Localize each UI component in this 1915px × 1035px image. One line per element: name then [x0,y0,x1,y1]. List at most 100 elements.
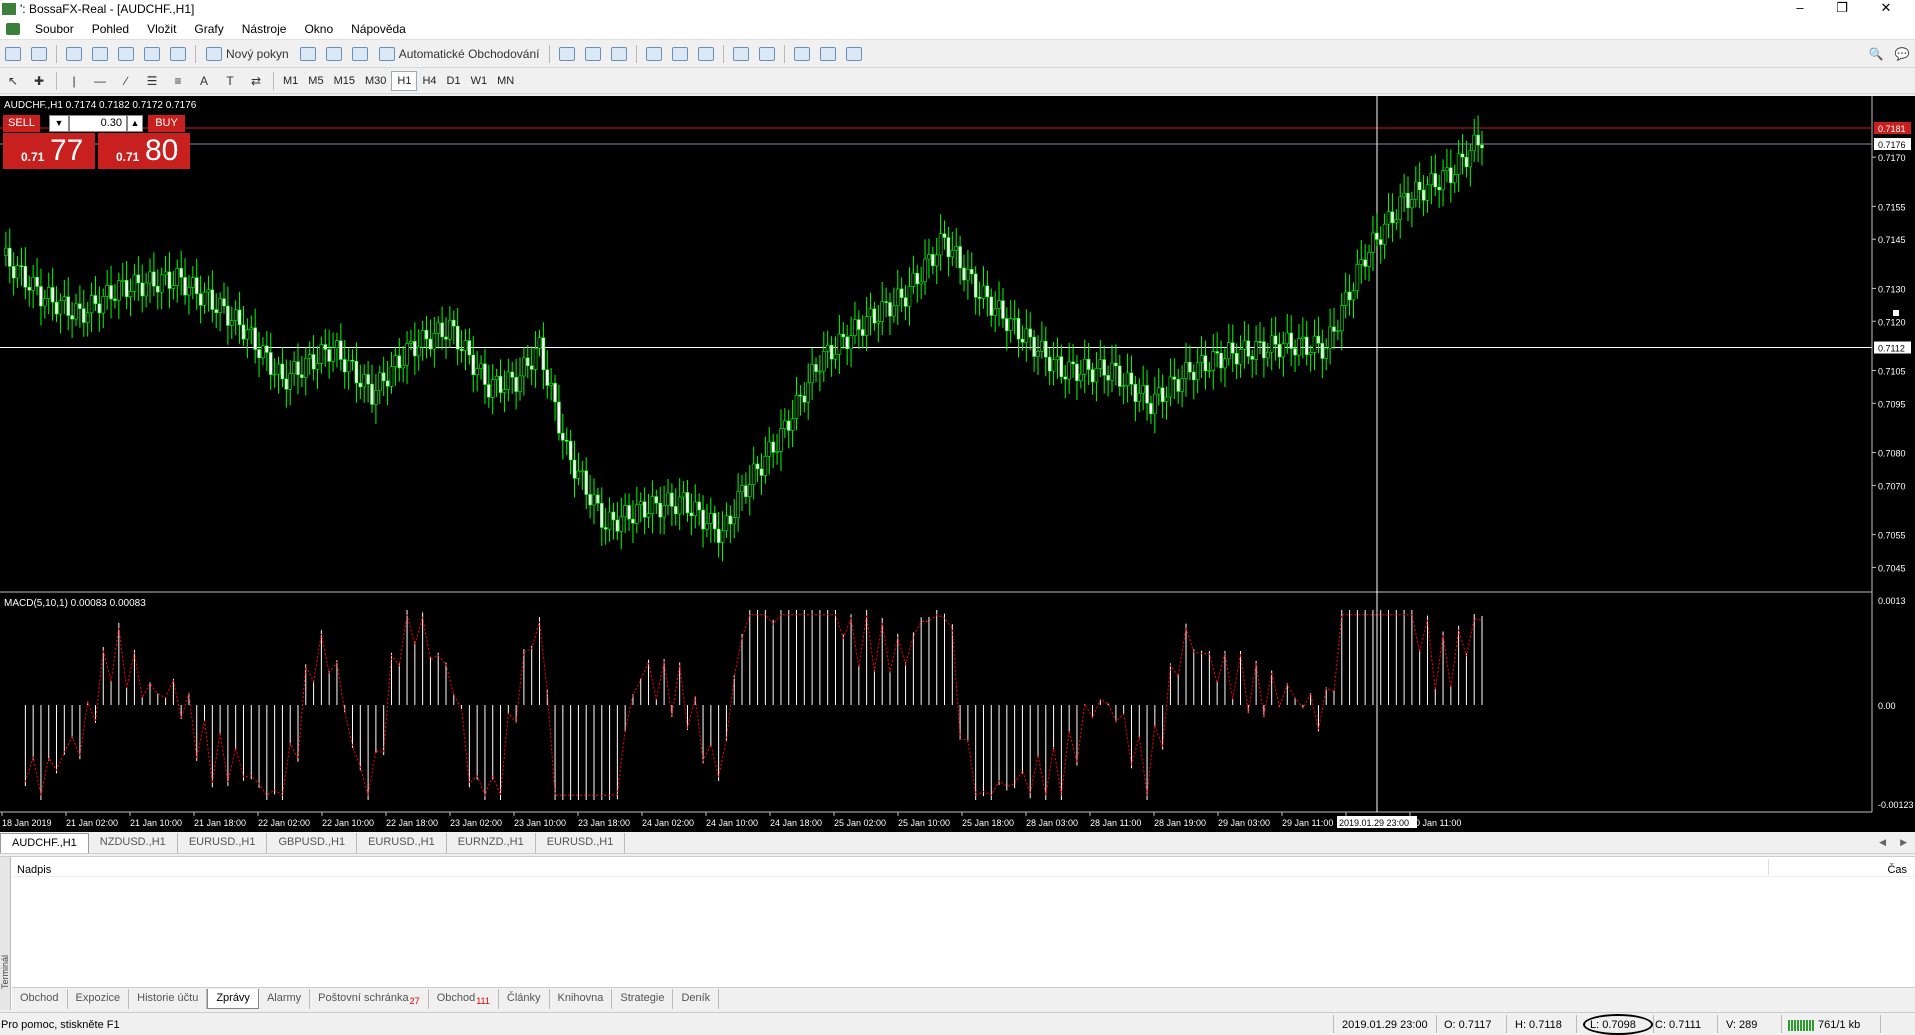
timeframe-mn[interactable]: MN [492,71,519,91]
trendline-button[interactable]: ∕ [115,71,137,91]
column-header-title[interactable]: Nadpis [17,864,51,876]
timeframe-m1[interactable]: M1 [278,71,303,91]
help-text: Pro pomoc, stiskněte F1 [1,1019,120,1031]
market-watch-button[interactable] [63,44,85,64]
menu-vlozit[interactable]: Vložit [138,22,185,36]
zoom-in-button[interactable] [643,44,665,64]
terminal-tab-exposure[interactable]: Expozice [68,988,130,1009]
column-header-time[interactable]: Čas [1887,864,1907,876]
zoom-out-button[interactable] [669,44,691,64]
community-button[interactable] [323,44,345,64]
tester-button[interactable] [167,44,189,64]
chart-canvas[interactable]: 0.7170 0.7155 0.7145 0.7130 0.7120 0.7105 0.70… [0,96,1915,832]
terminal-tab-news[interactable]: Zprávy [207,988,259,1009]
new-order-label: Nový pokyn [226,46,289,61]
tab-scroll-right[interactable]: ▶ [1900,837,1907,848]
indicators-button[interactable] [791,44,813,64]
bid-price-button[interactable]: 0.71 77 [3,133,95,169]
terminal-tab-market[interactable]: Obchod111 [429,988,499,1009]
candle-body [315,363,320,370]
auto-trading-button[interactable]: Automatické Obchodování [375,44,544,64]
terminal-tab-mailbox[interactable]: Poštovní schránka27 [310,988,429,1009]
chart-window[interactable]: 0.7170 0.7155 0.7145 0.7130 0.7120 0.7105 0.70… [0,96,1915,832]
channel-button[interactable]: ☰ [141,71,163,91]
candle-body [790,418,795,431]
timeframe-w1[interactable]: W1 [466,71,493,91]
menu-nastroje[interactable]: Nástroje [233,22,296,36]
time-tick-label: 25 Jan 10:00 [898,818,950,828]
fibonacci-button[interactable]: ≡ [167,71,189,91]
timeframe-h4[interactable]: H4 [417,71,441,91]
chart-shift-button[interactable] [756,44,778,64]
timeframe-d1[interactable]: D1 [442,71,466,91]
periods-button[interactable] [817,44,839,64]
chart-tab-eurusd-3[interactable]: EURUSD.,H1 [536,832,626,853]
lot-decrease-button[interactable]: ▼ [49,115,69,132]
signals-button[interactable] [349,44,371,64]
candle-body [1429,173,1434,186]
metaeditor-button[interactable] [297,44,319,64]
terminal-tab-alerts[interactable]: Alarmy [259,988,311,1009]
candle-body [1371,232,1375,253]
templates-button[interactable] [843,44,865,64]
restore-button[interactable]: ❐ [1822,0,1862,16]
tile-windows-button[interactable] [695,44,717,64]
terminal-tab-trade[interactable]: Obchod [12,988,68,1009]
menu-soubor[interactable]: Soubor [26,22,83,36]
ask-price-button[interactable]: 0.71 80 [98,133,190,169]
terminal-tab-history[interactable]: Historie účtu [129,988,208,1009]
data-window-button[interactable] [89,44,111,64]
line-chart-button[interactable] [608,44,630,64]
vertical-line-button[interactable]: | [63,71,85,91]
chart-tab-audchf[interactable]: AUDCHF.,H1 [0,832,89,853]
candle-body [853,319,857,336]
navigator-button[interactable] [115,44,137,64]
crosshair-button[interactable]: ✚ [28,71,50,91]
text-button[interactable]: A [193,71,215,91]
candle-body [1227,342,1231,360]
chart-tab-eurusd-2[interactable]: EURUSD.,H1 [357,832,447,853]
chart-tab-nzdusd[interactable]: NZDUSD.,H1 [89,832,178,853]
chat-button[interactable]: 💬 [1891,44,1913,64]
terminal-tab-library[interactable]: Knihovna [550,988,613,1009]
chart-tab-eurnzd[interactable]: EURNZD.,H1 [447,832,536,853]
price-tick-label: 0.7120 [1878,317,1906,327]
new-chart-button[interactable] [2,44,24,64]
timeframe-m5[interactable]: M5 [303,71,328,91]
menu-napoveda[interactable]: Nápověda [342,22,415,36]
macd-tick-label: -0.00123 [1878,800,1914,810]
terminal-button[interactable] [141,44,163,64]
timeframe-m30[interactable]: M30 [360,71,391,91]
candle-body [623,505,627,518]
cursor-button[interactable]: ↖ [2,71,24,91]
candle-body [191,277,195,288]
menu-pohled[interactable]: Pohled [83,22,138,36]
auto-scroll-button[interactable] [730,44,752,64]
time-tick-label: 21 Jan 10:00 [130,818,182,828]
candle-body [1082,358,1087,375]
minimize-button[interactable]: – [1780,0,1820,15]
candlestick-button[interactable] [582,44,604,64]
bar-chart-button[interactable] [556,44,578,64]
new-order-button[interactable]: Nový pokyn [202,44,293,64]
terminal-tab-strategy[interactable]: Strategie [612,988,674,1009]
menu-okno[interactable]: Okno [295,22,342,36]
close-button[interactable]: ✕ [1866,0,1906,16]
profiles-button[interactable] [28,44,50,64]
terminal-tab-journal[interactable]: Deník [673,988,720,1009]
terminal-tab-articles[interactable]: Články [499,988,550,1009]
tab-scroll-left[interactable]: ◀ [1879,837,1886,848]
timeframe-m15[interactable]: M15 [329,71,360,91]
timeframe-h1[interactable]: H1 [391,70,418,91]
search-button[interactable]: 🔍 [1865,44,1887,64]
chart-tab-eurusd[interactable]: EURUSD.,H1 [178,832,268,853]
horizontal-line-button[interactable]: — [89,71,111,91]
buy-button[interactable]: BUY [148,115,185,132]
lot-size-input[interactable]: 0.30 [69,115,127,132]
lot-increase-button[interactable]: ▲ [127,115,143,132]
chart-tab-gbpusd[interactable]: GBPUSD.,H1 [267,832,358,853]
text-label-button[interactable]: T [219,71,241,91]
menu-grafy[interactable]: Grafy [185,22,232,36]
sell-button[interactable]: SELL [3,115,40,132]
arrows-button[interactable]: ⇄ [245,71,267,91]
